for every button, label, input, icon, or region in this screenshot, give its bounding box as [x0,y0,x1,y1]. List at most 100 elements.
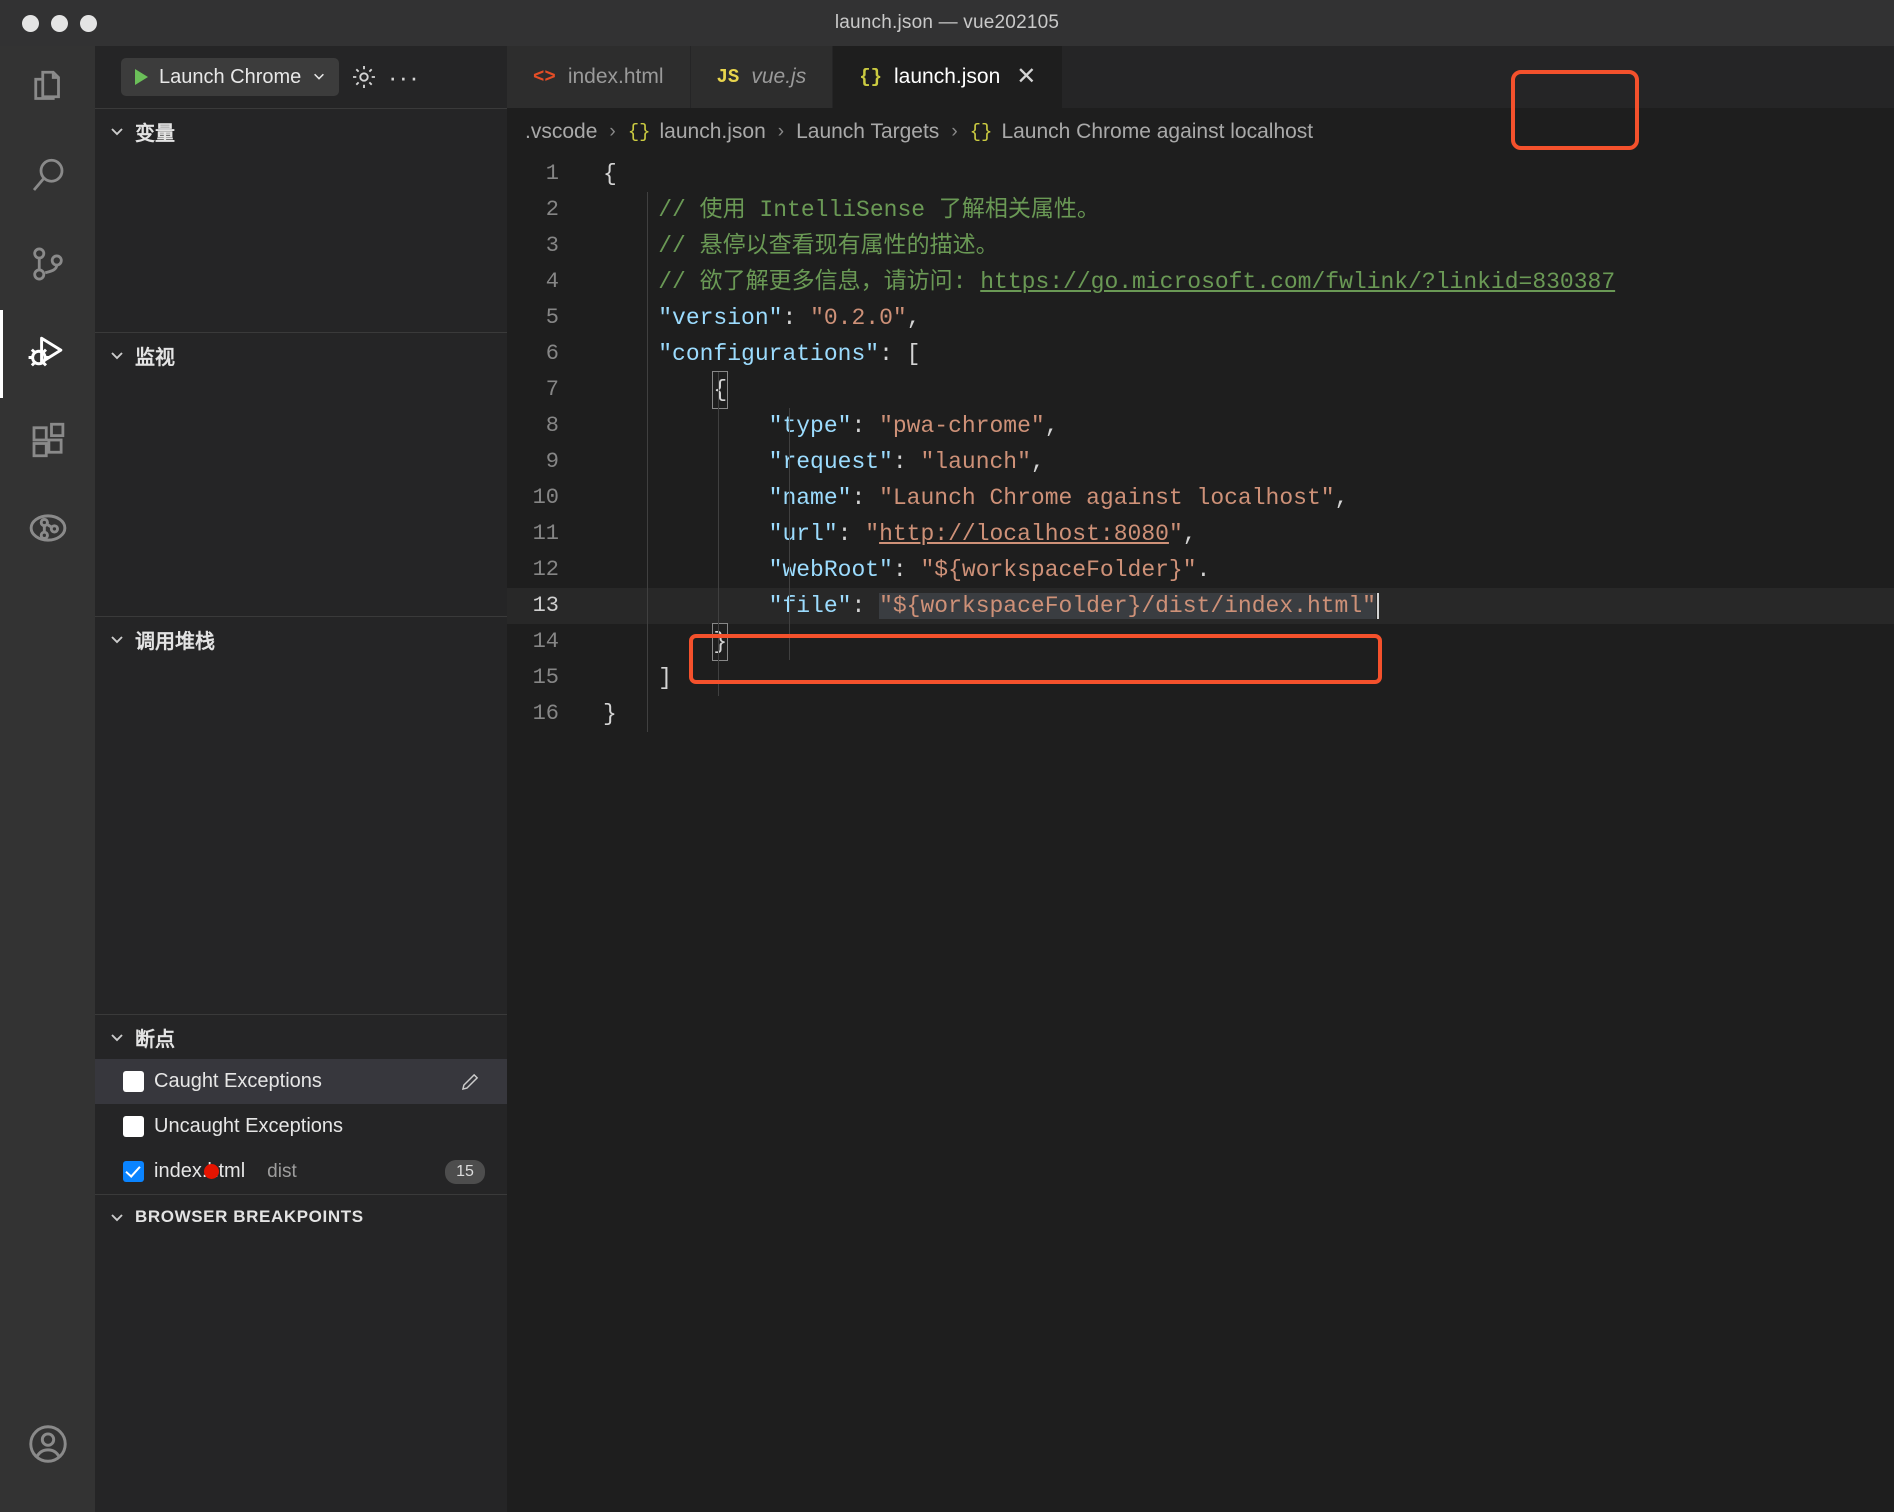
sidebar-section-header-breakpoints[interactable]: 断点 [95,1015,507,1059]
breadcrumb-item-launch-targets[interactable]: Launch Targets [796,120,939,144]
sidebar-section-browser-breakpoints: BROWSER BREAKPOINTS [95,1194,507,1239]
activity-item-run-and-debug[interactable] [0,310,95,398]
launch-configuration-select[interactable]: Launch Chrome [121,58,339,96]
code-line: 6 "configurations": [ [507,336,1894,372]
play-icon[interactable] [135,69,148,85]
code-line: 2 // 使用 IntelliSense 了解相关属性。 [507,192,1894,228]
code-line: 12 "webRoot": "${workspaceFolder}". [507,552,1894,588]
editor-tab-vue-js[interactable]: JS vue.js [691,46,834,108]
code-line: 7 { [507,372,1894,408]
activity-item-extensions[interactable] [0,398,95,486]
line-content: "configurations": [ [585,336,1894,372]
editor-tab-label: launch.json [894,65,1000,89]
activity-item-source-control[interactable] [0,222,95,310]
code-editor[interactable]: 1 { 2 // 使用 IntelliSense 了解相关属性。 3 // 悬停… [507,156,1894,732]
breadcrumb-item-vscode[interactable]: .vscode [525,120,597,144]
line-number: 10 [507,480,585,516]
editor-tab-launch-json[interactable]: {} launch.json ✕ [833,46,1063,108]
chevron-down-icon [109,1029,125,1045]
sidebar-section-label-call-stack: 调用堆栈 [135,625,215,654]
account-icon [26,1422,70,1471]
chevron-down-icon[interactable] [312,66,326,89]
chevron-down-icon [109,123,125,139]
code-line: 14 } [507,624,1894,660]
breakpoint-checkbox[interactable] [123,1116,144,1137]
code-line: 10 "name": "Launch Chrome against localh… [507,480,1894,516]
line-number: 16 [507,696,585,732]
line-number: 8 [507,408,585,444]
breakpoint-dot-icon [204,1164,219,1179]
files-icon [27,67,69,114]
breakpoint-path: dist [267,1161,297,1183]
breakpoint-row-caught-exceptions[interactable]: Caught Exceptions [95,1059,507,1104]
testing-icon [26,506,70,555]
code-line: 16 } [507,696,1894,732]
activity-item-search[interactable] [0,134,95,222]
indent-guide [718,372,719,696]
breakpoint-row-uncaught-exceptions[interactable]: Uncaught Exceptions [95,1104,507,1149]
sidebar-section-header-browser-breakpoints[interactable]: BROWSER BREAKPOINTS [95,1195,507,1239]
breadcrumb-item-launch-json[interactable]: launch.json [660,120,766,144]
line-number: 14 [507,624,585,660]
code-line: 8 "type": "pwa-chrome", [507,408,1894,444]
breakpoint-label: Caught Exceptions [154,1070,322,1093]
editor-tab-label: index.html [568,65,664,89]
url-value[interactable]: http://localhost:8080 [879,521,1169,547]
line-number: 5 [507,300,585,336]
line-number: 13 [507,588,585,624]
breadcrumb-separator-icon: › [609,121,615,143]
editor-tab-index-html[interactable]: <> index.html [507,46,691,108]
sidebar-section-header-watch[interactable]: 监视 [95,333,507,377]
pencil-icon[interactable] [459,1071,481,1093]
line-content: "type": "pwa-chrome", [585,408,1894,444]
line-content: } [585,623,1894,661]
breadcrumb-item-launch-chrome[interactable]: Launch Chrome against localhost [1001,120,1313,144]
comment-link[interactable]: https://go.microsoft.com/fwlink/?linkid=… [980,269,1615,295]
sidebar-section-header-call-stack[interactable]: 调用堆栈 [95,617,507,661]
activity-item-testing[interactable] [0,486,95,574]
breakpoint-row-index-html[interactable]: index.html dist 15 [95,1149,507,1194]
line-content: "url": "http://localhost:8080", [585,516,1894,552]
sidebar-section-watch: 监视 [95,332,507,616]
text-cursor [1377,593,1379,619]
code-line: 5 "version": "0.2.0", [507,300,1894,336]
sidebar-section-label-variables: 变量 [135,117,175,146]
sidebar-section-call-stack: 调用堆栈 [95,616,507,1014]
more-actions-icon[interactable]: ··· [389,62,419,92]
line-number: 4 [507,264,585,300]
breadcrumb-separator-icon: › [778,121,784,143]
activity-bar [0,46,95,1512]
json-file-icon: {} [859,66,882,88]
line-number: 7 [507,372,585,408]
line-number: 2 [507,192,585,228]
html-file-icon: <> [533,66,556,88]
sidebar-section-variables: 变量 [95,108,507,332]
breakpoint-checkbox[interactable] [123,1161,144,1182]
activity-item-account[interactable] [0,1402,95,1490]
line-number: 11 [507,516,585,552]
breakpoint-checkbox[interactable] [123,1071,144,1092]
chevron-down-icon [109,347,125,363]
editor-tab-label: vue.js [751,65,806,89]
code-line: 11 "url": "http://localhost:8080", [507,516,1894,552]
close-icon[interactable]: ✕ [1016,65,1036,89]
sidebar-section-label-watch: 监视 [135,341,175,370]
selected-string-value[interactable]: "${workspaceFolder}/dist/index.html" [879,593,1376,619]
line-number: 3 [507,228,585,264]
editor-area: <> index.html JS vue.js {} launch.json ✕… [507,46,1894,1512]
gear-icon[interactable] [349,62,379,92]
line-number: 15 [507,660,585,696]
line-content: { [585,371,1894,409]
chevron-down-icon [109,1209,125,1225]
sidebar-section-header-variables[interactable]: 变量 [95,109,507,153]
js-file-icon: JS [717,66,740,88]
search-icon [27,155,69,202]
code-line-current: 13 "file": "${workspaceFolder}/dist/inde… [507,588,1894,624]
activity-item-explorer[interactable] [0,46,95,134]
code-line: 4 // 欲了解更多信息，请访问: https://go.microsoft.c… [507,264,1894,300]
line-content: "request": "launch", [585,444,1894,480]
line-number: 9 [507,444,585,480]
code-line: 15 ] [507,660,1894,696]
sidebar-section-label-browser-breakpoints: BROWSER BREAKPOINTS [135,1207,364,1227]
code-line: 1 { [507,156,1894,192]
